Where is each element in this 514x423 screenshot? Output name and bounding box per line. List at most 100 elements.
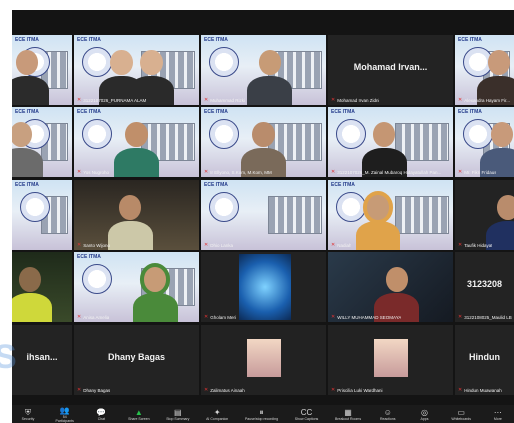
participant-display-name: Hindun — [469, 351, 500, 362]
participant-tile[interactable]: Dhany Bagas ✕ Dhany Bagas — [74, 325, 199, 395]
more-button[interactable]: ⋯ More — [488, 408, 508, 421]
shield-button[interactable]: ⛨ Security — [18, 408, 38, 421]
participant-video — [455, 107, 514, 177]
participant-video — [328, 252, 453, 322]
participants-icon: 👥 — [59, 405, 70, 415]
participant-video — [74, 180, 199, 250]
logo-icon — [20, 192, 50, 222]
participant-name-label: ✕ Gholam Meri — [204, 314, 236, 320]
participant-name-label: ✕ Dhany Bagas — [77, 387, 110, 393]
muted-mic-icon: ✕ — [204, 97, 209, 103]
record-icon: ⏸ — [259, 407, 264, 417]
participant-tile[interactable]: Mohamad Irvan... ✕ Mohamad Irvan Zidni — [328, 35, 453, 105]
participant-name-label: ✕ Mr. Fikri Fridaus — [458, 169, 496, 175]
participant-tile[interactable]: ECE ITMA ✕ Dhio Lanka — [201, 180, 326, 250]
toolbar-label: Apps — [420, 416, 429, 421]
summary-button[interactable]: ▤ Stop Summary — [166, 408, 189, 421]
muted-mic-icon: ✕ — [458, 97, 463, 103]
participant-tile[interactable]: ECE ITMA ✕ 3122107026_PURNAMA ALAM — [74, 35, 199, 105]
toolbar-label: Whiteboards — [451, 416, 472, 421]
muted-mic-icon: ✕ — [77, 242, 82, 248]
toolbar-label: Reactions — [379, 416, 396, 421]
participant-video — [74, 252, 199, 322]
participant-name: Anisa Amelia — [83, 314, 110, 320]
participant-tile[interactable]: ✕ Taufik Hidayat — [455, 180, 514, 250]
participant-tile[interactable]: ECE ITMA ✕ 3122107026_M. Zainal Mubaroq Hi… — [328, 107, 453, 177]
logo-icon — [209, 192, 239, 222]
participant-tile[interactable]: 3123208 ✕ 3122108025_Maulid LB — [455, 252, 514, 322]
muted-mic-icon: ✕ — [77, 387, 82, 393]
participant-tile[interactable]: ECE ITMA ✕ Anisa Amelia — [74, 252, 199, 322]
participant-name-label: ✕ Santo Wijono — [77, 242, 110, 248]
participant-tile[interactable]: ECE ITMA ✕ Yos Nugroho — [74, 107, 199, 177]
participant-name: Ir Ellyono, S.Kom, M.Kom, MM — [210, 169, 272, 175]
participant-name-label: ✕ Priscilia Luki Wardhani — [331, 387, 383, 393]
meeting-window: ECE ITMA ECE ITMA ✕ 3122107026_PURNAMA ALAM… — [12, 10, 514, 423]
chat-button[interactable]: 💬 Chat — [91, 408, 111, 421]
breakout-button[interactable]: ▦ Breakout Rooms — [335, 408, 361, 421]
participant-tile[interactable]: ECE ITMA — [12, 180, 72, 250]
muted-mic-icon: ✕ — [458, 387, 463, 393]
participant-video — [74, 35, 199, 105]
participant-name: Mohamad Irvan Zidni — [337, 97, 380, 103]
ai-companion-button[interactable]: ✦ AI Companion — [206, 408, 228, 421]
participant-tile[interactable]: ✕ Gholam Meri — [201, 252, 326, 322]
brand-text: ECE ITMA — [204, 182, 228, 188]
apps-button[interactable]: ◎ Apps — [414, 408, 434, 421]
participant-name-label: ✕ WILLY MUHAMMAD SEOMAYA — [331, 314, 401, 320]
reactions-button[interactable]: ☺ Reactions — [378, 408, 398, 421]
participant-name: 3122108025_Maulid LB — [464, 314, 512, 320]
muted-mic-icon: ✕ — [331, 387, 336, 393]
participant-name: 3122107026_M. Zainal Mubaroq Hidayatulla… — [337, 169, 442, 175]
participant-name: Gholam Meri — [210, 314, 236, 320]
shield-icon: ⛨ — [25, 407, 31, 417]
participant-name: Dhany Bagas — [83, 387, 111, 393]
share-screen-button[interactable]: ▲ Share Screen — [128, 408, 149, 421]
participant-name: 3122107026_PURNAMA ALAM — [83, 97, 147, 103]
participant-name-label: ✕ Taufik Hidayat — [458, 242, 492, 248]
participant-tile[interactable]: ✕ Priscilia Luki Wardhani — [328, 325, 453, 395]
participant-tile[interactable]: ECE ITMA — [12, 35, 72, 105]
participant-name: Priscilia Luki Wardhani — [337, 387, 383, 393]
toolbar-label: Share Screen — [128, 416, 150, 421]
whiteboards-button[interactable]: ▭ Whiteboards — [451, 408, 471, 421]
muted-mic-icon: ✕ — [77, 97, 82, 103]
participant-name-label: ✕ Zalimatus Ainaah — [204, 387, 245, 393]
participant-tile[interactable]: ECE ITMA ✕ Nadiah — [328, 180, 453, 250]
participant-tile[interactable]: ✕ Santo Wijono — [74, 180, 199, 250]
participant-tile[interactable]: ECE ITMA ✕ Mr. Fikri Fridaus — [455, 107, 514, 177]
participant-tile[interactable]: ECE ITMA — [12, 107, 72, 177]
participant-name-label: ✕ Anisa Amelia — [77, 314, 109, 320]
participant-display-name: Dhany Bagas — [107, 351, 166, 362]
toolbar-label: Participants — [55, 418, 74, 423]
participant-tile[interactable]: ✕ Zalimatus Ainaah — [201, 325, 326, 395]
participant-name: Taufik Hidayat — [464, 242, 493, 248]
participant-tile[interactable]: ✕ WILLY MUHAMMAD SEOMAYA — [328, 252, 453, 322]
participant-name-label: ✕ Mohamad Irvan Zidni — [331, 97, 379, 103]
share-screen-icon: ▲ — [134, 407, 143, 417]
participants-button[interactable]: 👥 54 Participants — [55, 406, 75, 423]
participant-tile[interactable] — [12, 252, 72, 322]
participant-name-label: ✕ Ir Ellyono, S.Kom, M.Kom, MM — [204, 169, 272, 175]
muted-mic-icon: ✕ — [331, 314, 336, 320]
record-button[interactable]: ⏸ Pause/stop recording — [245, 408, 278, 421]
participant-tile[interactable]: ihsan... — [12, 325, 72, 395]
toolbar-label: Pause/stop recording — [244, 416, 279, 421]
toolbar-label: More — [493, 416, 502, 421]
building-image — [267, 196, 322, 235]
participant-video — [201, 35, 326, 105]
video-background: ECE ITMA — [12, 180, 72, 250]
participant-tile[interactable]: ECE ITMA ✕ Muhammad Rizki — [201, 35, 326, 105]
muted-mic-icon: ✕ — [204, 169, 209, 175]
breakout-icon: ▦ — [344, 407, 352, 417]
participant-video — [12, 107, 72, 177]
participant-name: Mr. Fikri Fridaus — [464, 169, 497, 175]
participant-tile[interactable]: Hindun ✕ Hindun Muawanah — [455, 325, 514, 395]
participant-tile[interactable]: ECE ITMA ✕ Alexandra Hayam Fir... — [455, 35, 514, 105]
participant-video — [12, 252, 72, 322]
ai-companion-icon: ✦ — [213, 407, 221, 417]
participant-name-label: ✕ 3122108025_Maulid LB — [458, 314, 512, 320]
participant-name: Nadiah — [337, 242, 352, 248]
participant-tile[interactable]: ECE ITMA ✕ Ir Ellyono, S.Kom, M.Kom, MM — [201, 107, 326, 177]
captions-button[interactable]: CC Show Captions — [295, 408, 319, 421]
